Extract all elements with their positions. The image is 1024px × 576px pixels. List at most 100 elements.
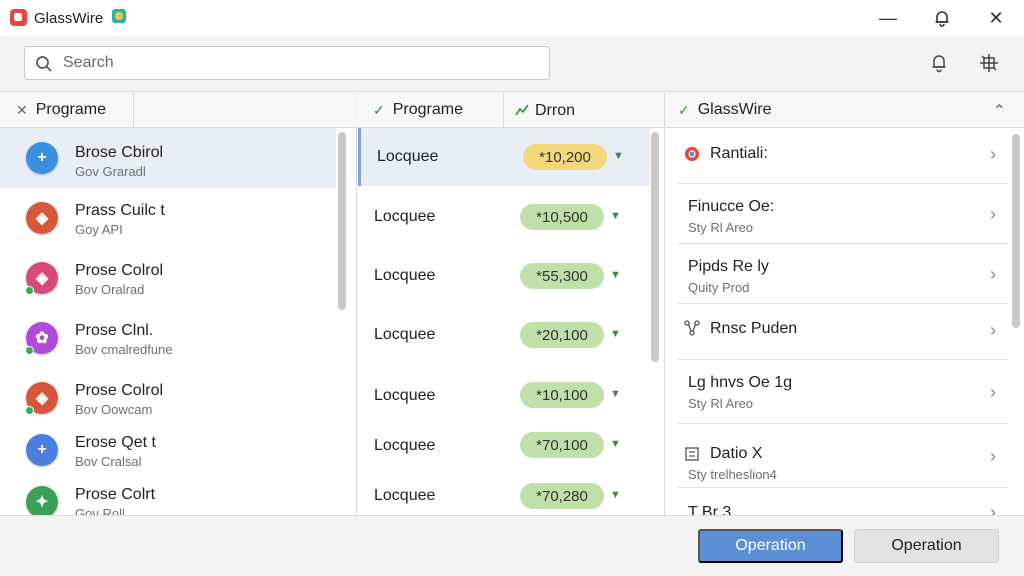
table-row[interactable]: Locquee *10,100 ▼ <box>358 367 650 423</box>
table-row[interactable]: Locquee *10,500 ▼ <box>358 188 650 244</box>
badge-icon <box>112 9 126 23</box>
detail-title: Rantiali: <box>710 145 768 162</box>
chevron-down-icon[interactable]: ▼ <box>610 388 621 400</box>
search-input[interactable] <box>63 51 533 75</box>
app-name: Brose Cbirol <box>75 144 164 161</box>
column-label-programe: Programe <box>35 101 106 118</box>
footer-bar: Operation Operation <box>0 515 1024 576</box>
detail-sub: Quity Prod <box>688 280 750 295</box>
list-item[interactable]: ◈ Prose Colrol Bov Oralrad <box>0 248 336 308</box>
settings-button[interactable] <box>976 50 1002 76</box>
traffic-label: Locquee <box>374 387 436 404</box>
detail-title: Pipds Re ly <box>688 258 769 275</box>
glasswire-logo-icon <box>10 9 27 26</box>
detail-item[interactable]: Rnsc Puden › <box>678 304 1008 360</box>
list-item[interactable]: + Erose Qet t Bov Cralsal <box>0 428 336 480</box>
header-divider <box>133 93 134 128</box>
check-icon: ✓ <box>678 101 690 118</box>
search-icon <box>36 56 52 72</box>
window-title: GlassWire <box>34 10 104 27</box>
chevron-right-icon: › <box>990 382 996 402</box>
status-dot <box>25 406 34 415</box>
detail-sub: Sty trelheslion4 <box>688 467 777 482</box>
notifications-button[interactable] <box>922 4 962 32</box>
close-button[interactable]: ✕ <box>976 4 1016 32</box>
traffic-value-badge: *10,500 <box>520 204 604 230</box>
chevron-down-icon[interactable]: ▼ <box>610 269 621 281</box>
list-item[interactable]: ✿ Prose Clnl. Bov cmalredfune <box>0 308 336 368</box>
detail-item[interactable]: Lg hnvs Oe 1g Sty Rl Areo › <box>678 360 1008 424</box>
minimize-button[interactable]: — <box>868 4 908 32</box>
app-list-panel: + Brose Cbirol Gov Graradl ◈ Prass Cuilc… <box>0 128 356 515</box>
leaf-icon: ✦ <box>26 486 58 515</box>
scrollbar-thumb[interactable] <box>338 132 346 310</box>
table-row[interactable]: Locquee *20,100 ▼ <box>358 306 650 362</box>
chevron-down-icon[interactable]: ▼ <box>610 489 621 501</box>
traffic-value-badge: *55,300 <box>520 263 604 289</box>
trend-icon <box>515 104 529 116</box>
shield-icon: ◈ <box>26 202 58 234</box>
settings-icon <box>980 54 998 72</box>
close-column-icon[interactable]: ✕ <box>16 102 28 119</box>
list-item[interactable]: ◈ Prose Colrol Bov Oowcam <box>0 368 336 428</box>
scrollbar-thumb[interactable] <box>1012 134 1020 328</box>
chevron-right-icon: › <box>990 320 996 340</box>
search-box[interactable] <box>24 46 550 80</box>
detail-item[interactable]: T Br 3 › <box>678 488 1008 515</box>
list-item[interactable]: ◈ Prass Cuilc t Goy API <box>0 188 336 248</box>
traffic-label: Locquee <box>374 208 436 225</box>
title-bar: GlassWire — ✕ <box>0 0 1024 36</box>
app-name: Prose Clnl. <box>75 322 154 339</box>
detail-item[interactable]: Finucce Oe: Sty Rl Areo › <box>678 184 1008 244</box>
chevron-down-icon[interactable]: ▼ <box>613 150 624 162</box>
column-label-programe-2: Programe <box>392 101 463 118</box>
column-header-drron[interactable]: Drron <box>515 102 575 120</box>
scrollbar-thumb[interactable] <box>651 132 659 362</box>
traffic-label: Locquee <box>377 148 439 165</box>
chevron-right-icon: › <box>990 144 996 164</box>
detail-title: Lg hnvs Oe 1g <box>688 374 793 391</box>
list-item[interactable]: + Brose Cbirol Gov Graradl <box>0 128 336 188</box>
detail-item[interactable]: Pipds Re ly Quity Prod › <box>678 244 1008 304</box>
column-label-glasswire: GlassWire <box>697 101 772 118</box>
detail-item[interactable]: Rantiali: › <box>678 128 1008 184</box>
network-icon <box>684 320 700 336</box>
chevron-down-icon[interactable]: ▼ <box>610 328 621 340</box>
traffic-value-badge: *10,100 <box>520 382 604 408</box>
bell-icon <box>932 55 946 73</box>
chevron-right-icon: › <box>990 204 996 224</box>
chevron-down-icon[interactable]: ▼ <box>610 210 621 222</box>
detail-title: Finucce Oe: <box>688 198 775 215</box>
document-icon <box>685 447 699 461</box>
shield-icon: ◈ <box>25 262 58 295</box>
collapse-icon[interactable]: ⌃ <box>993 101 1006 121</box>
app-sub: Bov Oowcam <box>75 402 153 417</box>
table-row[interactable]: Locquee *70,100 ▼ <box>358 418 650 468</box>
table-row[interactable]: Locquee *70,280 ▼ <box>358 468 650 514</box>
column-header-right[interactable]: ✓ GlassWire ⌃ <box>666 93 1024 128</box>
detail-item[interactable]: Datio X Sty trelheslion4 › <box>678 424 1008 488</box>
chevron-down-icon[interactable]: ▼ <box>610 438 621 450</box>
app-sub: Goy API <box>75 222 123 237</box>
toolbar <box>0 36 1024 92</box>
traffic-label: Locquee <box>374 487 436 504</box>
app-name: Erose Qet t <box>75 434 156 451</box>
color-wheel-icon: ✿ <box>25 322 58 355</box>
app-name: Prose Colrol <box>75 262 164 279</box>
traffic-value-badge: *20,100 <box>520 322 604 348</box>
column-header-mid[interactable]: ✓ Programe Drron <box>357 93 664 128</box>
operation-secondary-button[interactable]: Operation <box>854 529 999 563</box>
table-row[interactable]: Locquee *55,300 ▼ <box>358 247 650 303</box>
table-row[interactable]: Locquee *10,200 ▼ <box>358 128 650 186</box>
alerts-button[interactable] <box>926 50 952 76</box>
column-header-left[interactable]: ✕ Programe <box>0 93 356 128</box>
app-name: Prose Colrol <box>75 382 164 399</box>
list-item[interactable]: ✦ Prose Colrt Gov Roll <box>0 480 336 515</box>
app-sub: Gov Roll <box>75 506 125 515</box>
check-icon: ✓ <box>373 101 385 118</box>
chrome-icon <box>685 147 699 161</box>
status-dot <box>25 286 34 295</box>
operation-primary-button[interactable]: Operation <box>698 529 843 563</box>
app-sub: Gov Graradl <box>75 164 146 179</box>
detail-title: Rnsc Puden <box>710 320 798 337</box>
